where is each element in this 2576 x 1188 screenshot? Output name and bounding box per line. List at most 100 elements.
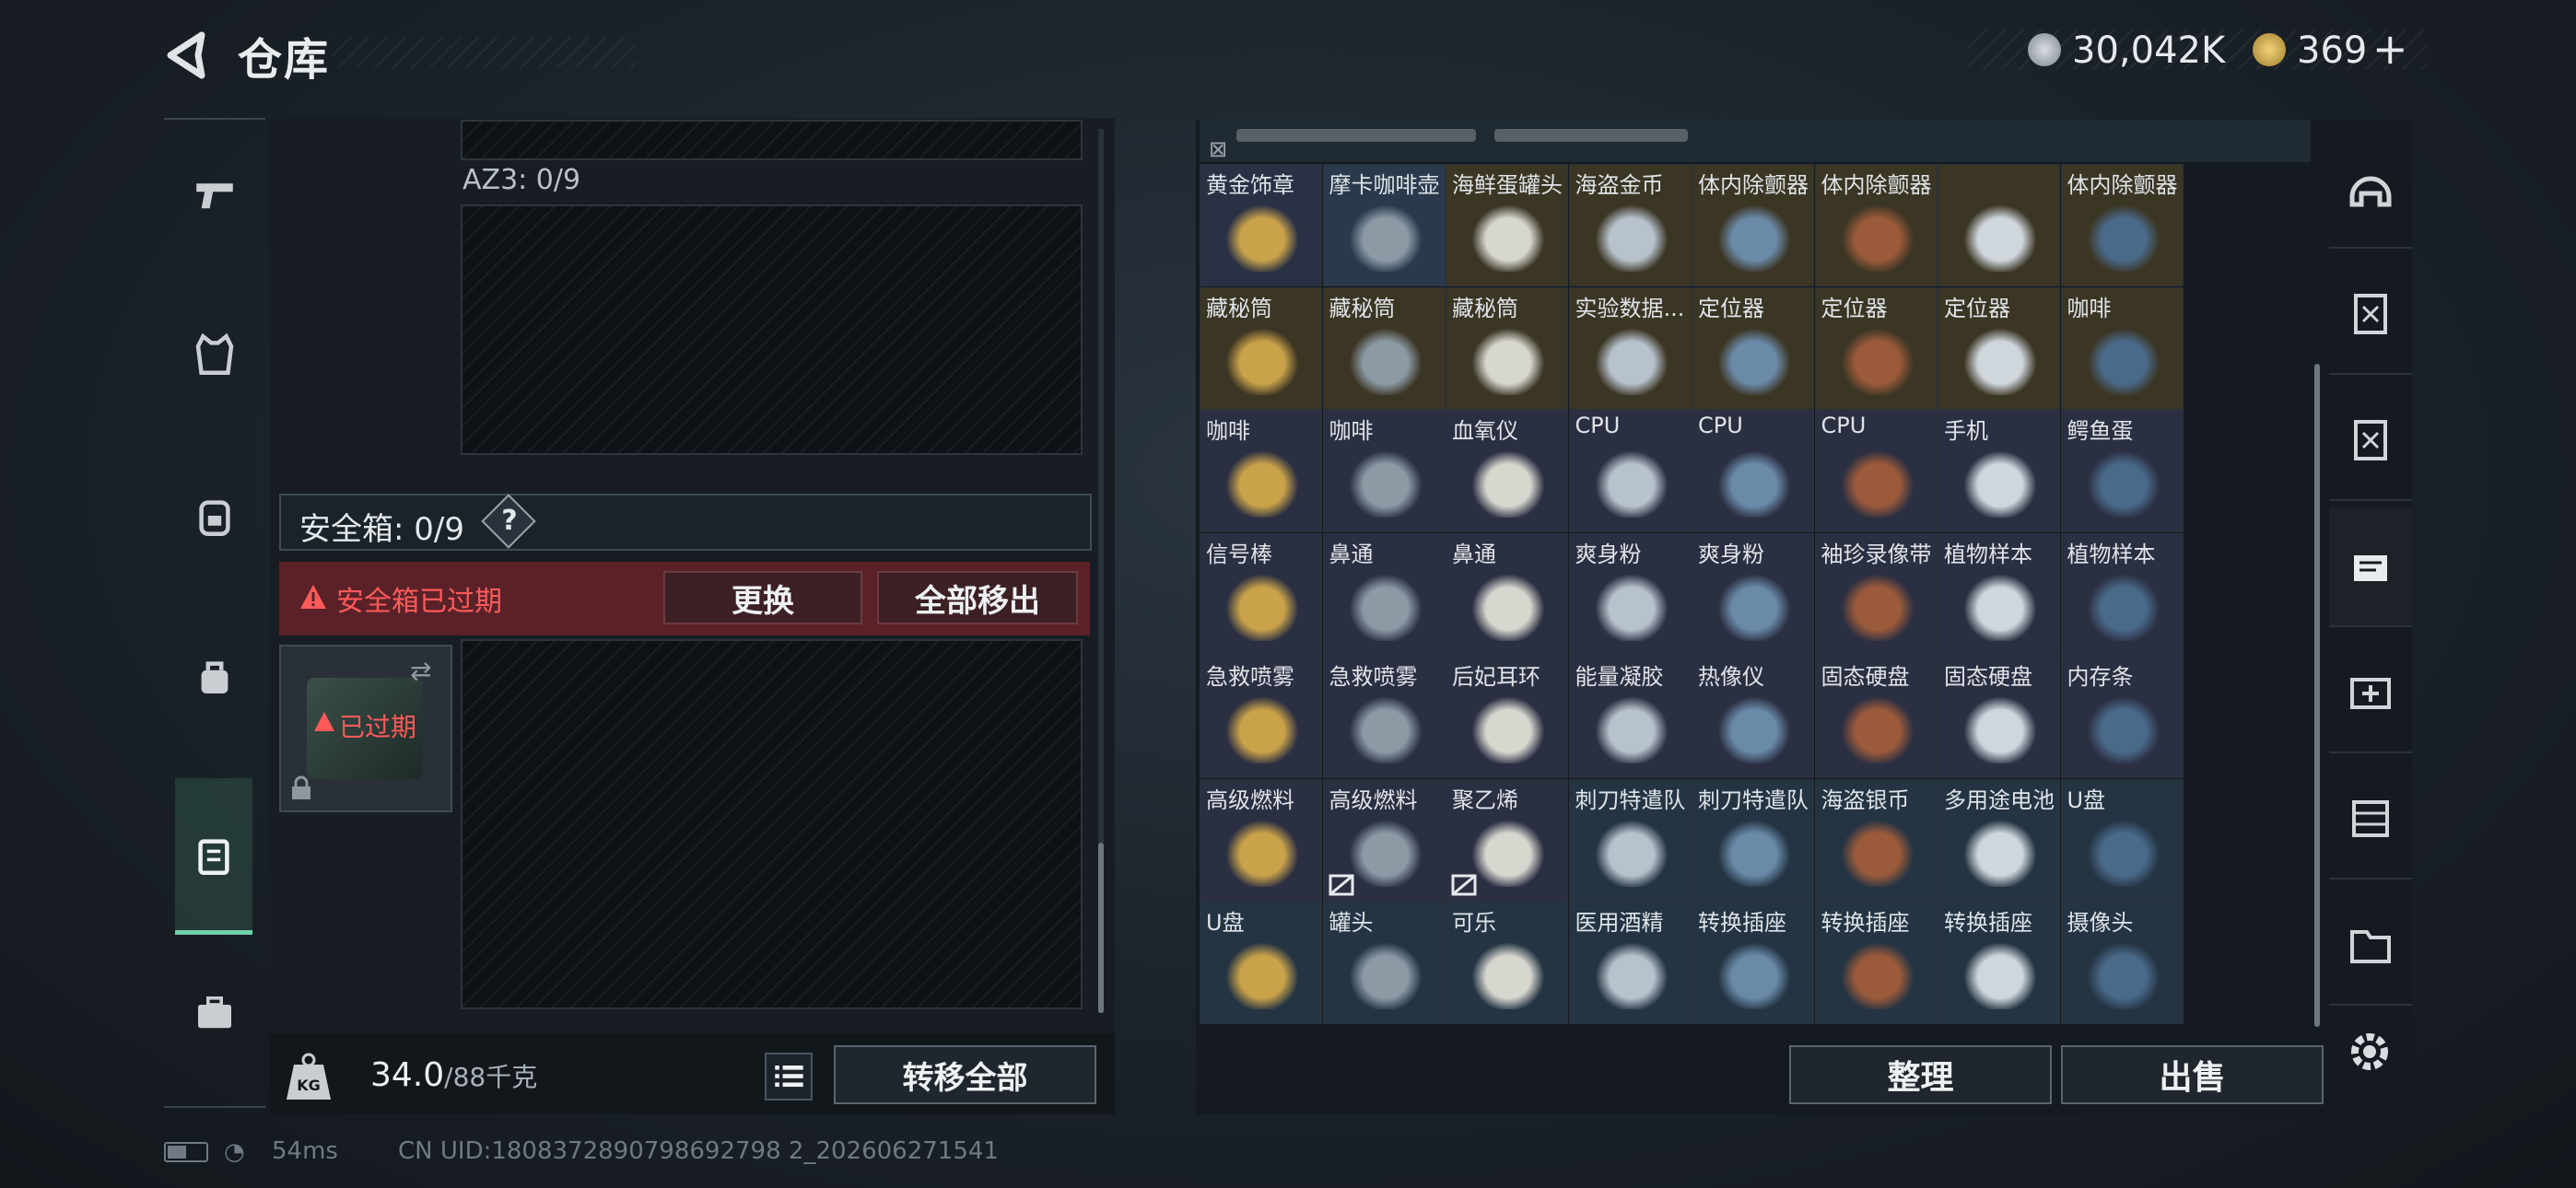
nav-briefcase[interactable] (164, 939, 265, 1087)
settings-button[interactable] (2342, 1024, 2397, 1079)
nav-weapons[interactable] (164, 120, 265, 267)
inventory-item[interactable]: 体内除颤器 (2060, 164, 2184, 286)
inventory-item[interactable]: CPU (1568, 410, 1692, 532)
inventory-item[interactable]: 医用酒精 (1568, 902, 1692, 1024)
inventory-item[interactable]: 转换插座 (1938, 902, 2060, 1024)
inventory-item[interactable]: 植物样本 (1938, 532, 2060, 656)
inventory-item[interactable]: 鼻通 (1446, 532, 1568, 656)
inventory-item[interactable]: 转换插座 (1814, 902, 1938, 1024)
item-image (1589, 692, 1673, 763)
item-name: 急救喷雾 (1206, 664, 1294, 690)
inventory-item[interactable]: 袖珍录像带 (1814, 532, 1938, 656)
inventory-item[interactable]: 实验数据... (1568, 286, 1692, 410)
inventory-item[interactable]: 海鲜蛋罐头 (1446, 164, 1568, 286)
item-name: 体内除颤器 (1821, 172, 1932, 198)
sell-button[interactable]: 出售 (2061, 1045, 2324, 1104)
inventory-item[interactable]: 刺刀特遣队 (1692, 778, 1814, 902)
inventory-item[interactable]: 高级燃料 (1200, 778, 1322, 902)
right-nav-helmet[interactable] (2329, 129, 2412, 249)
right-nav-folder-tier-4[interactable] (2329, 886, 2412, 1006)
right-nav-storage-tier-4[interactable] (2329, 760, 2412, 879)
left-scroll-thumb[interactable] (1098, 843, 1104, 1013)
right-nav-armor-tier-3[interactable] (2329, 255, 2412, 375)
inventory-item[interactable]: 藏秘筒 (1200, 286, 1322, 410)
inventory-item[interactable]: 热像仪 (1692, 656, 1814, 778)
item-image (1713, 568, 1796, 641)
right-nav-rig-tier-4[interactable] (2329, 507, 2412, 627)
item-image (2081, 568, 2165, 641)
inventory-item[interactable]: 血氧仪 (1446, 410, 1568, 532)
inventory-item[interactable]: 转换插座 (1692, 902, 1814, 1024)
item-image (1343, 322, 1427, 395)
az3-grid[interactable] (461, 204, 1083, 455)
inventory-item[interactable]: 定位器 (1938, 286, 2060, 410)
item-name: 急救喷雾 (1329, 664, 1418, 690)
inventory-item[interactable]: 咖啡 (1322, 410, 1446, 532)
inventory-item[interactable]: 多用途电池 (1938, 778, 2060, 902)
inventory-item[interactable]: 固态硬盘 (1814, 656, 1938, 778)
inventory-item[interactable]: 内存条 (2060, 656, 2184, 778)
nav-backpack[interactable] (164, 442, 265, 589)
inventory-item[interactable]: 罐头 (1322, 902, 1446, 1024)
inventory-item[interactable]: CPU (1692, 410, 1814, 532)
inventory-item[interactable]: 高级燃料 (1322, 778, 1446, 902)
item-image (2081, 446, 2165, 518)
inventory-item[interactable]: 手机 (1938, 410, 2060, 532)
inventory-item[interactable]: 定位器 (1814, 286, 1938, 410)
inventory-scrollbar[interactable] (2314, 364, 2320, 1027)
transfer-all-button[interactable]: 转移全部 (834, 1045, 1096, 1104)
nav-pouch[interactable] (164, 603, 265, 751)
inventory-item[interactable]: 体内除颤器 (1692, 164, 1814, 286)
back-button[interactable] (161, 28, 217, 83)
inventory-item[interactable]: 海盗金币 (1568, 164, 1692, 286)
inventory-item[interactable]: 可乐 (1446, 902, 1568, 1024)
inventory-item[interactable]: 藏秘筒 (1446, 286, 1568, 410)
nav-safe-case[interactable] (175, 778, 252, 935)
inventory-item[interactable]: 咖啡 (1200, 410, 1322, 532)
item-name: 咖啡 (1206, 418, 1250, 444)
item-name: 藏秘筒 (1452, 295, 1518, 321)
inventory-item[interactable]: 植物样本 (2060, 532, 2184, 656)
move-all-out-button[interactable]: 全部移出 (877, 571, 1078, 624)
sort-button[interactable]: 整理 (1789, 1045, 2052, 1104)
item-name: 血氧仪 (1452, 418, 1518, 444)
inventory-item[interactable]: 固态硬盘 (1938, 656, 2060, 778)
inventory-item[interactable]: 海盗银币 (1814, 778, 1938, 902)
inventory-item[interactable]: 爽身粉 (1568, 532, 1692, 656)
inventory-item[interactable]: 藏秘筒 (1322, 286, 1446, 410)
inventory-item[interactable]: 摄像头 (2060, 902, 2184, 1024)
inventory-item[interactable]: 后妃耳环 (1446, 656, 1568, 778)
inventory-item[interactable]: U盘 (1200, 902, 1322, 1024)
inventory-item[interactable]: 刺刀特遣队 (1568, 778, 1692, 902)
item-name: CPU (1698, 413, 1743, 438)
inventory-item[interactable]: 定位器 (1692, 286, 1814, 410)
inventory-item[interactable]: 聚乙烯 (1446, 778, 1568, 902)
inventory-item[interactable]: 急救喷雾 (1322, 656, 1446, 778)
right-nav-armor-tier-4[interactable] (2329, 381, 2412, 501)
item-image (1713, 322, 1796, 395)
upper-container-grid[interactable] (461, 120, 1083, 160)
replace-button[interactable]: 更换 (663, 571, 862, 624)
currency-bar: 30,042K 369 + (1967, 24, 2428, 74)
inventory-item[interactable]: U盘 (2060, 778, 2184, 902)
weight-readout: 34.0/88千克 (370, 1056, 537, 1094)
inventory-item[interactable]: 摩卡咖啡壶 (1322, 164, 1446, 286)
right-nav-medkit-tier-2[interactable] (2329, 634, 2412, 753)
inventory-item[interactable]: 爽身粉 (1692, 532, 1814, 656)
add-currency-button[interactable]: + (2372, 24, 2408, 74)
inventory-item[interactable]: 咖啡 (2060, 286, 2184, 410)
inventory-item[interactable] (1938, 164, 2060, 286)
inventory-item[interactable]: 鼻通 (1322, 532, 1446, 656)
inventory-item[interactable]: 体内除颤器 (1814, 164, 1938, 286)
nav-vest[interactable] (164, 281, 265, 428)
item-name: 袖珍录像带 (1821, 541, 1932, 567)
gold-coin-amount: 369 (2297, 29, 2368, 72)
safebox-grid[interactable] (461, 639, 1083, 1009)
list-view-button[interactable] (765, 1053, 813, 1101)
inventory-item[interactable]: 信号棒 (1200, 532, 1322, 656)
inventory-item[interactable]: 黄金饰章 (1200, 164, 1322, 286)
inventory-item[interactable]: 鳄鱼蛋 (2060, 410, 2184, 532)
inventory-item[interactable]: CPU (1814, 410, 1938, 532)
inventory-item[interactable]: 急救喷雾 (1200, 656, 1322, 778)
inventory-item[interactable]: 能量凝胶 (1568, 656, 1692, 778)
